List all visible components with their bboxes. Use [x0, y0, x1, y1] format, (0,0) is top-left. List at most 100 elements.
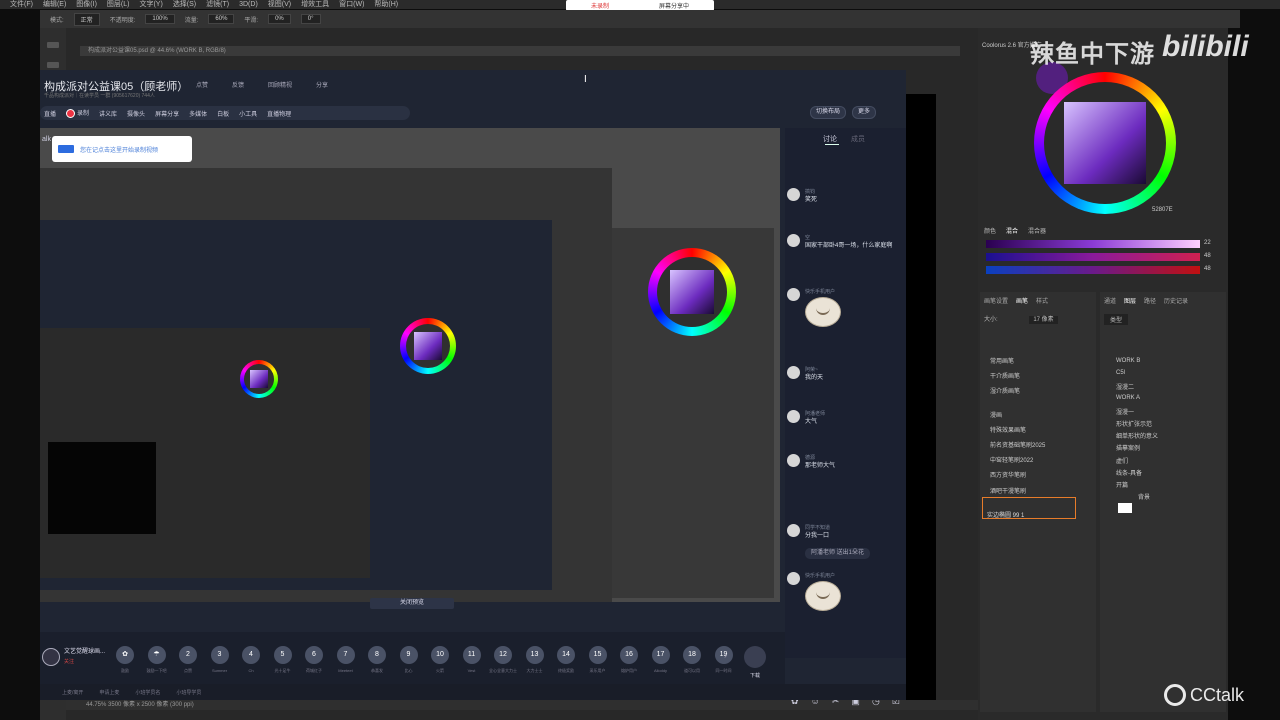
- gift-item[interactable]: 5: [273, 646, 292, 664]
- gift-item[interactable]: ☂: [147, 646, 166, 664]
- flow-input[interactable]: 60%: [208, 14, 235, 24]
- bottom-action-3[interactable]: 小班学员名: [135, 689, 160, 696]
- record-tip[interactable]: 您在记点击这里开始录制视频: [52, 136, 192, 162]
- selected-brush[interactable]: 实边椭圆 99 1: [982, 497, 1076, 519]
- tab-members[interactable]: 成员: [851, 136, 865, 143]
- brush-group[interactable]: 特殊效果画笔: [990, 425, 1026, 434]
- brush-group[interactable]: 常用画笔: [990, 356, 1014, 365]
- slider-3[interactable]: [986, 266, 1200, 274]
- menu-item[interactable]: 增效工具: [301, 0, 329, 9]
- close-preview-button[interactable]: 关闭预览: [370, 598, 454, 609]
- gift-item[interactable]: 17: [651, 646, 670, 664]
- hex-value[interactable]: 52807E: [1152, 207, 1173, 213]
- layer-item[interactable]: 背景: [1138, 492, 1150, 501]
- menu-item[interactable]: 窗口(W): [339, 0, 364, 9]
- gift-item[interactable]: 3: [210, 646, 229, 664]
- bottom-action-1[interactable]: 上麦/离开: [62, 689, 83, 696]
- gift-item[interactable]: 11: [462, 646, 481, 664]
- ps-canvas[interactable]: [906, 94, 936, 700]
- gift-item[interactable]: 12: [494, 646, 512, 664]
- layer-item[interactable]: WORK A: [1116, 395, 1140, 401]
- share-action[interactable]: 分享: [316, 80, 328, 89]
- user-avatar[interactable]: [787, 366, 800, 379]
- tab-style[interactable]: 样式: [1036, 296, 1048, 305]
- layer-item[interactable]: 线条-具备: [1116, 468, 1142, 477]
- layer-kind-filter[interactable]: 类型: [1104, 314, 1129, 325]
- layer-item[interactable]: 描摹案例: [1116, 443, 1140, 452]
- tab-mixer[interactable]: 混合器: [1028, 226, 1046, 235]
- menu-item[interactable]: 编辑(E): [43, 0, 66, 9]
- bottom-action-4[interactable]: 小班导学员: [176, 689, 201, 696]
- layer-item[interactable]: 虚们: [1116, 456, 1128, 465]
- menu-item[interactable]: 图层(L): [107, 0, 130, 9]
- tool-media[interactable]: 多媒体: [189, 109, 207, 118]
- menu-item[interactable]: 文件(F): [10, 0, 33, 9]
- more-button[interactable]: 更多: [852, 106, 876, 119]
- tab-channels[interactable]: 通道: [1104, 296, 1116, 305]
- brush-size-input[interactable]: 17 像素: [1029, 316, 1058, 324]
- smooth-input[interactable]: 0%: [268, 14, 291, 24]
- gift-item[interactable]: 2: [179, 646, 197, 664]
- ps-document-tab[interactable]: 构成派对公益课05.psd @ 44.6% (WORK B, RGB/8): [80, 46, 960, 56]
- user-avatar[interactable]: [787, 234, 800, 247]
- layer-item[interactable]: 开篇: [1116, 480, 1128, 489]
- tool-live[interactable]: 直播: [44, 109, 56, 118]
- user-avatar[interactable]: [787, 188, 800, 201]
- replay-action[interactable]: 回顾精视: [268, 80, 292, 89]
- angle-input[interactable]: 0°: [300, 14, 321, 24]
- brush-group[interactable]: 湿介质画笔: [990, 386, 1020, 395]
- menu-item[interactable]: 视图(V): [268, 0, 291, 9]
- tool-gadgets[interactable]: 小工具: [239, 109, 257, 118]
- tool-camera[interactable]: 摄像头: [127, 109, 145, 118]
- layer-item[interactable]: 湿漫一: [1116, 407, 1134, 416]
- menu-item[interactable]: 文字(Y): [139, 0, 162, 9]
- switch-layout-button[interactable]: 切换布局: [810, 106, 846, 119]
- layer-item[interactable]: 形状扩张示范: [1116, 419, 1152, 428]
- brush-group[interactable]: 西方资华笔刷: [990, 470, 1026, 479]
- tab-discussion[interactable]: 讨论: [823, 136, 837, 143]
- like-action[interactable]: 点赞: [196, 80, 208, 89]
- tool-whiteboard[interactable]: 白板: [217, 109, 229, 118]
- menu-item[interactable]: 帮助(H): [374, 0, 398, 9]
- tab-color[interactable]: 颜色: [984, 226, 996, 235]
- layer-item[interactable]: WORK B: [1116, 358, 1140, 364]
- gift-item[interactable]: 9: [399, 646, 418, 664]
- slider-1-value[interactable]: 22: [1204, 240, 1211, 246]
- slider-2[interactable]: [986, 253, 1200, 261]
- chevron-right-icon[interactable]: ›: [724, 650, 727, 661]
- gift-item[interactable]: 8: [368, 646, 386, 664]
- layer-item[interactable]: C5l: [1116, 370, 1125, 376]
- gift-item[interactable]: 6: [305, 646, 323, 664]
- gift-send-icon[interactable]: [744, 646, 766, 668]
- tab-history[interactable]: 历史记录: [1164, 296, 1188, 305]
- tab-paths[interactable]: 路径: [1144, 296, 1156, 305]
- menu-item[interactable]: 选择(S): [173, 0, 196, 9]
- tool-live-items[interactable]: 直播物理: [267, 109, 291, 118]
- layer-item[interactable]: 细单形状的意义: [1116, 431, 1158, 440]
- brush-group[interactable]: 前名资基础笔刷2025: [990, 440, 1045, 449]
- slider-1[interactable]: [986, 240, 1200, 248]
- user-avatar[interactable]: [787, 572, 800, 585]
- brush-group[interactable]: 酒吧干漫笔刷: [990, 486, 1026, 495]
- gift-item[interactable]: 10: [431, 646, 449, 664]
- menu-item[interactable]: 图像(I): [76, 0, 97, 9]
- menu-item[interactable]: 滤镜(T): [206, 0, 229, 9]
- gift-item[interactable]: 13: [525, 646, 544, 664]
- tool-record[interactable]: 录制: [66, 108, 89, 118]
- tool-screen-share[interactable]: 屏幕分享: [155, 109, 179, 118]
- gift-item[interactable]: 7: [336, 646, 355, 664]
- slider-3-value[interactable]: 48: [1204, 266, 1211, 272]
- brush-group[interactable]: 中窑轻笔刷2022: [990, 455, 1033, 464]
- mode-select[interactable]: 正常: [73, 12, 100, 26]
- menu-item[interactable]: 3D(D): [239, 0, 258, 9]
- layer-item[interactable]: 湿漫二: [1116, 382, 1134, 391]
- tab-blend[interactable]: 混合: [1006, 226, 1018, 235]
- brush-group[interactable]: 漫画: [990, 410, 1002, 419]
- tab-brush-settings[interactable]: 画笔设置: [984, 296, 1008, 305]
- tab-layers[interactable]: 图层: [1124, 296, 1136, 305]
- tool-lecture[interactable]: 讲义库: [99, 109, 117, 118]
- follow-button[interactable]: 关注: [64, 658, 74, 665]
- gift-item[interactable]: 16: [620, 646, 638, 664]
- gift-item[interactable]: 15: [588, 646, 607, 664]
- gift-item[interactable]: 4: [242, 646, 260, 664]
